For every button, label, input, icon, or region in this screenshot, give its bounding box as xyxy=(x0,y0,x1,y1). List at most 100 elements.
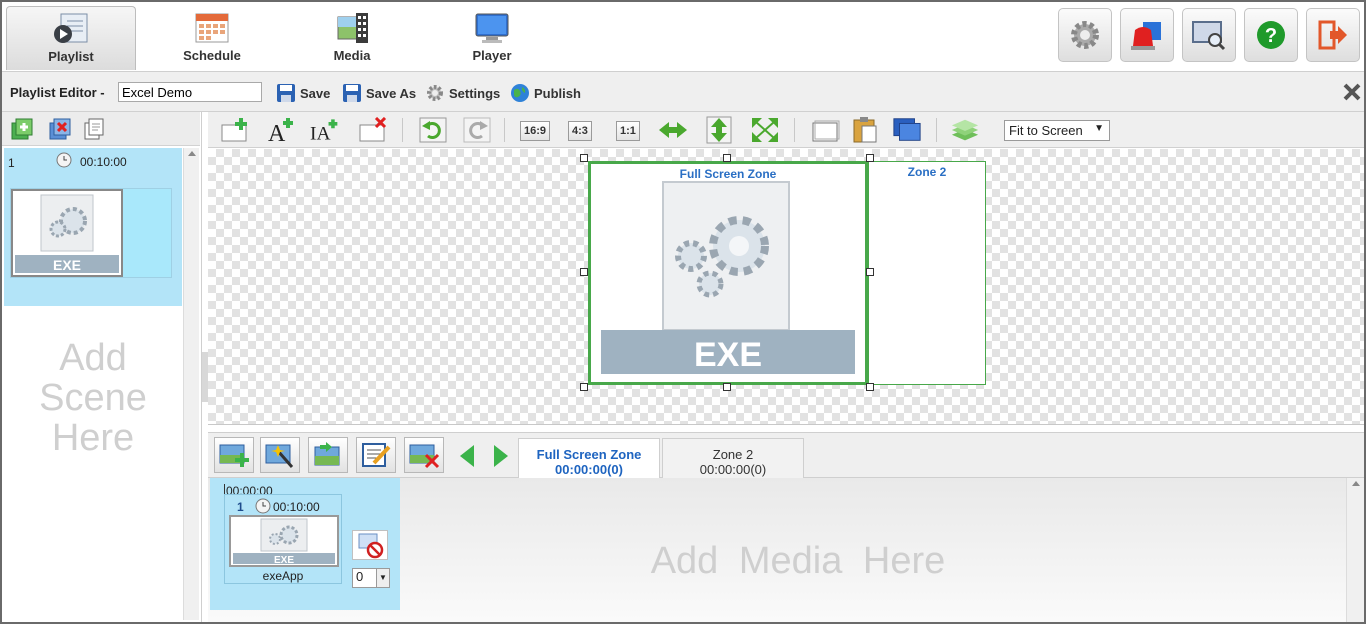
monitor-icon xyxy=(475,13,509,43)
tab-playlist[interactable]: Playlist xyxy=(6,6,136,70)
stretch-horizontal-button[interactable] xyxy=(658,117,688,143)
calendar-icon xyxy=(195,13,229,43)
toolbar-separator xyxy=(936,118,937,142)
layout-canvas[interactable]: Full Screen Zone EXE Zone 2 xyxy=(208,149,1364,425)
delete-zone-button[interactable] xyxy=(358,117,388,143)
delete-media-button[interactable] xyxy=(404,437,444,473)
resize-handle[interactable] xyxy=(866,154,874,162)
edit-media-button[interactable] xyxy=(356,437,396,473)
add-image-icon xyxy=(219,444,249,467)
media-column: 00:00:00 1 00:10:00 EXE exeApp 0 ▼ xyxy=(210,478,400,610)
arrows-horizontal-icon xyxy=(659,122,687,138)
edit-note-icon xyxy=(362,443,391,467)
zone-toolbar: A IA 16:9 4:3 1:1 Fit to Screen ▼ xyxy=(208,112,1364,148)
add-zone-button[interactable] xyxy=(220,117,250,143)
tab-playlist-label: Playlist xyxy=(48,49,94,64)
scene-panel: 1 00:10:00 EXE Add Scene Here xyxy=(2,112,202,622)
zone-tab-name: Zone 2 xyxy=(712,447,754,462)
zone-tab-time: 00:00:00(0) xyxy=(699,462,767,477)
delete-image-icon xyxy=(409,444,440,469)
redo-button[interactable] xyxy=(462,117,492,143)
add-text-zone-button[interactable]: A xyxy=(266,117,296,143)
delete-scene-icon[interactable] xyxy=(48,117,72,141)
help-button[interactable]: ? xyxy=(1244,8,1298,62)
resize-handle[interactable] xyxy=(580,154,588,162)
tab-media[interactable]: Media xyxy=(287,6,417,70)
no-display-icon xyxy=(358,533,384,559)
fit-to-screen-select[interactable]: Fit to Screen ▼ xyxy=(1004,120,1110,141)
add-scene-text: Add Scene Here xyxy=(39,337,147,459)
logout-icon xyxy=(1318,20,1347,50)
playlist-name-input[interactable] xyxy=(118,82,262,102)
timeline-scrollbar[interactable] xyxy=(1346,478,1364,622)
settings-link[interactable]: Settings xyxy=(425,81,500,105)
close-icon[interactable] xyxy=(1342,82,1362,102)
scene-duration: 00:10:00 xyxy=(80,155,127,169)
floppy-disk-icon xyxy=(343,84,361,102)
tab-player[interactable]: Player xyxy=(427,6,557,70)
resize-handle[interactable] xyxy=(580,268,588,276)
zone2-label: Zone 2 xyxy=(907,165,947,179)
scroll-up-icon[interactable] xyxy=(184,148,200,160)
stretch-vertical-button[interactable] xyxy=(704,116,734,144)
media-wizard-button[interactable] xyxy=(260,437,300,473)
settings-button[interactable] xyxy=(1058,8,1112,62)
zone-2[interactable]: Zone 2 xyxy=(868,161,986,385)
save-button[interactable]: Save xyxy=(276,81,330,105)
top-navigation: Playlist Schedule Media Player ? xyxy=(2,2,1364,72)
zone1-exe-label: EXE xyxy=(694,336,762,374)
previous-zone-icon[interactable] xyxy=(458,443,476,469)
tab-media-label: Media xyxy=(333,48,371,63)
ratio-1-1-button[interactable]: 1:1 xyxy=(616,121,640,141)
resize-handle[interactable] xyxy=(866,268,874,276)
add-media-button[interactable] xyxy=(214,437,254,473)
save-as-button[interactable]: Save As xyxy=(342,81,416,105)
add-media-text: Add Media Here xyxy=(650,540,946,582)
scene-item[interactable]: 1 00:10:00 EXE xyxy=(4,148,182,306)
layers-button[interactable] xyxy=(950,117,980,143)
tab-full-screen-zone[interactable]: Full Screen Zone 00:00:00(0) xyxy=(518,438,660,480)
copy-zone-button[interactable] xyxy=(810,117,840,143)
media-item[interactable]: 1 00:10:00 EXE exeApp xyxy=(224,494,342,584)
alerts-button[interactable] xyxy=(1120,8,1174,62)
background-button[interactable] xyxy=(892,117,922,143)
resize-handle[interactable] xyxy=(723,154,731,162)
fit-select-value: Fit to Screen xyxy=(1009,123,1083,138)
resize-handle[interactable] xyxy=(866,383,874,391)
resize-handle[interactable] xyxy=(723,383,731,391)
paste-zone-button[interactable] xyxy=(850,117,880,143)
next-zone-icon[interactable] xyxy=(492,443,510,469)
floppy-disk-icon xyxy=(277,84,295,102)
ratio-16-9-button[interactable]: 16:9 xyxy=(520,121,551,141)
exe-file-icon: EXE xyxy=(15,194,119,273)
copy-scene-icon[interactable] xyxy=(82,117,106,141)
full-screen-zone[interactable]: Full Screen Zone EXE xyxy=(588,161,868,385)
dropdown-arrow-icon: ▼ xyxy=(376,569,389,587)
loop-count-select[interactable]: 0 ▼ xyxy=(352,568,390,588)
logout-button[interactable] xyxy=(1306,8,1360,62)
clock-icon xyxy=(56,152,72,168)
scene-thumbnail-frame: EXE xyxy=(10,188,172,278)
svg-text:?: ? xyxy=(1265,25,1277,47)
exe-file-icon: EXE xyxy=(233,518,335,566)
tab-schedule[interactable]: Schedule xyxy=(147,6,277,70)
publish-button[interactable]: Publish xyxy=(510,81,581,105)
add-scene-placeholder: Add Scene Here xyxy=(4,338,182,458)
clock-icon xyxy=(255,498,271,514)
globe-icon xyxy=(511,84,529,102)
undo-button[interactable] xyxy=(418,117,448,143)
add-scroll-text-button[interactable]: IA xyxy=(310,117,340,143)
screen-monitor-button[interactable] xyxy=(1182,8,1236,62)
scroll-up-icon[interactable] xyxy=(1347,478,1365,490)
add-text-icon: A xyxy=(268,118,293,143)
fill-zone-button[interactable] xyxy=(750,117,780,143)
resize-handle[interactable] xyxy=(580,383,588,391)
exe-preview-icon: EXE xyxy=(601,181,855,374)
replace-media-button[interactable] xyxy=(308,437,348,473)
ratio-4-3-button[interactable]: 4:3 xyxy=(568,121,592,141)
add-scene-icon[interactable] xyxy=(10,117,34,141)
scene-list-scrollbar[interactable] xyxy=(183,148,199,620)
media-timeline[interactable]: 00:00:00 1 00:10:00 EXE exeApp 0 ▼ Add M… xyxy=(208,478,1364,622)
tab-zone-2[interactable]: Zone 2 00:00:00(0) xyxy=(662,438,804,479)
media-disable-button[interactable] xyxy=(352,530,388,560)
